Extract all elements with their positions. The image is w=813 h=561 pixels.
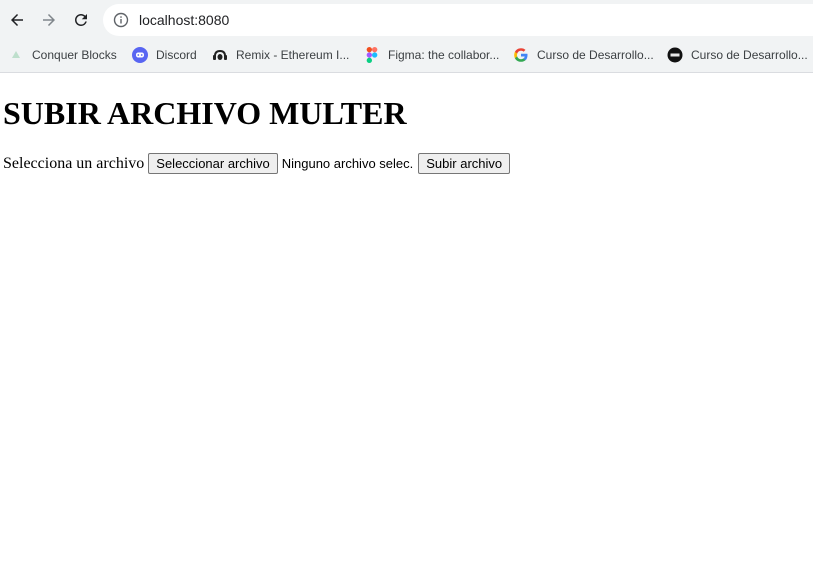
bookmark-curso-google[interactable]: Curso de Desarrollo... <box>513 40 654 70</box>
arrow-left-icon <box>11 14 23 26</box>
page-content: SUBIR ARCHIVO MULTER Selecciona un archi… <box>0 73 813 561</box>
upload-submit-button[interactable]: Subir archivo <box>418 153 511 174</box>
bookmark-label: Conquer Blocks <box>32 48 117 62</box>
upload-form: Selecciona un archivo Seleccionar archiv… <box>3 153 511 174</box>
discord-icon <box>132 47 148 63</box>
file-label: Selecciona un archivo <box>3 154 145 172</box>
reload-icon <box>75 13 87 26</box>
bookmarks-bar: Conquer Blocks Discord Remix - Ethereum … <box>0 40 813 73</box>
figma-icon <box>364 47 380 63</box>
bookmark-label: Curso de Desarrollo... <box>537 48 654 62</box>
bookmark-label: Remix - Ethereum I... <box>236 48 350 62</box>
reload-button[interactable] <box>69 8 93 32</box>
info-icon[interactable] <box>113 12 129 28</box>
arrow-right-icon <box>43 14 55 26</box>
bookmark-label: Discord <box>156 48 197 62</box>
google-icon <box>513 47 529 63</box>
bookmark-label: Curso de Desarrollo... <box>691 48 808 62</box>
bookmark-conquer-blocks[interactable]: Conquer Blocks <box>8 40 117 70</box>
file-status-text: Ninguno archivo selec. <box>281 156 414 171</box>
browser-toolbar: localhost:8080 <box>0 0 813 40</box>
bookmark-label: Figma: the collabor... <box>388 48 500 62</box>
bookmark-curso-facilito[interactable]: Curso de Desarrollo... <box>667 40 808 70</box>
choose-file-button[interactable]: Seleccionar archivo <box>148 153 278 174</box>
conquer-blocks-icon <box>8 47 24 63</box>
codigo-facilito-icon <box>667 47 683 63</box>
remix-icon <box>212 47 228 63</box>
bookmark-figma[interactable]: Figma: the collabor... <box>364 40 499 70</box>
bookmark-discord[interactable]: Discord <box>132 40 197 70</box>
back-button[interactable] <box>5 8 29 32</box>
forward-button[interactable] <box>37 8 61 32</box>
url-text[interactable]: localhost:8080 <box>139 12 229 28</box>
page-title: SUBIR ARCHIVO MULTER <box>3 95 407 131</box>
bookmark-remix[interactable]: Remix - Ethereum I... <box>212 40 349 70</box>
address-bar[interactable]: localhost:8080 <box>103 4 813 36</box>
